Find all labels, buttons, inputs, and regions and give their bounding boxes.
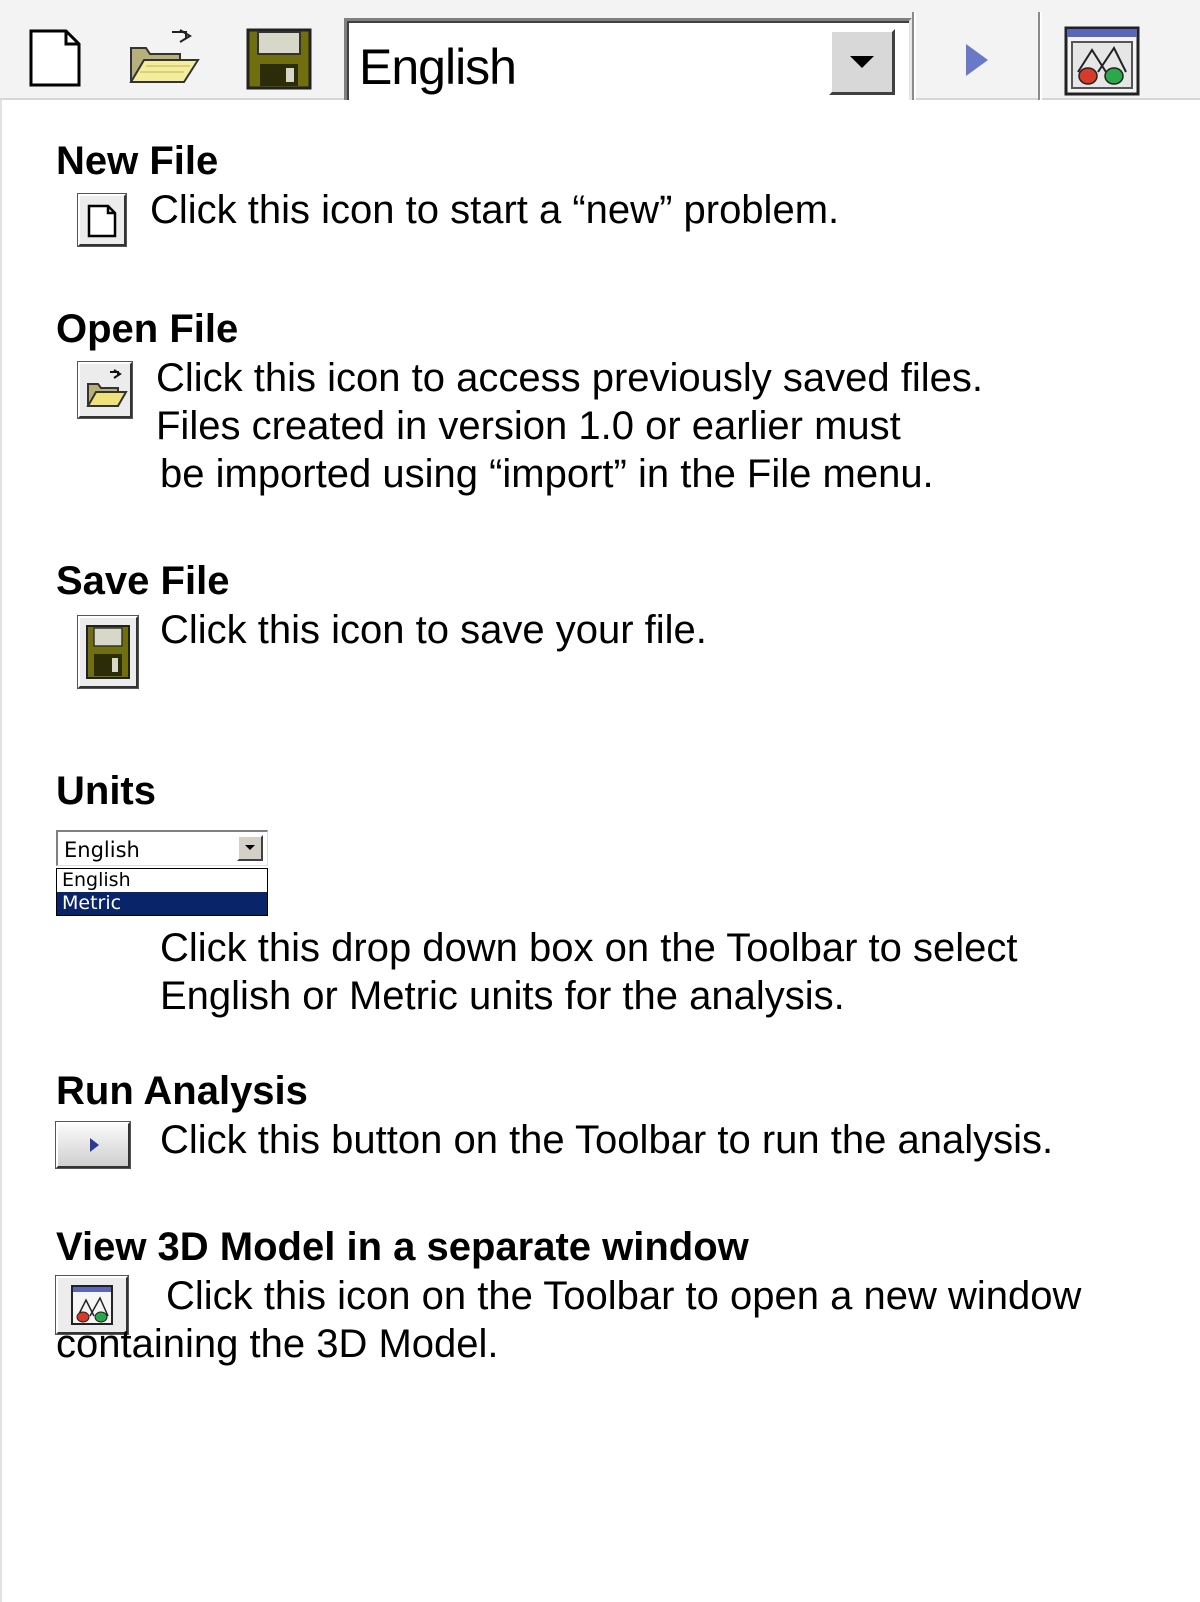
units-heading: Units [56,769,156,813]
toolbar: English [0,0,1200,100]
view-3d-heading: View 3D Model in a separate window [56,1225,749,1269]
units-description-line: Click this drop down box on the Toolbar … [160,926,1018,970]
open-file-description-line: Files created in version 1.0 or earlier … [156,404,901,448]
save-file-description: Click this icon to save your file. [160,608,707,652]
chevron-down-icon [245,845,255,850]
new-file-icon[interactable] [28,28,82,88]
units-description-line: English or Metric units for the analysis… [160,974,845,1018]
units-select-value: English [359,39,517,95]
units-select-sample: English [56,830,268,866]
run-analysis-icon[interactable] [962,40,992,80]
view-3d-model-icon[interactable] [1064,26,1140,96]
open-file-description-line: be imported using “import” in the File m… [160,452,934,496]
open-file-heading: Open File [56,307,239,351]
save-disk-icon[interactable] [246,28,312,90]
toolbar-separator [1038,12,1042,100]
run-analysis-description: Click this button on the Toolbar to run … [160,1118,1054,1162]
view-3d-description-line: containing the 3D Model. [56,1322,499,1366]
units-dropdown-button[interactable] [829,29,895,95]
units-sample-dropdown-button [237,835,263,861]
save-file-heading: Save File [56,559,230,603]
toolbar-separator [912,12,916,100]
new-file-description: Click this icon to start a “new” problem… [150,188,840,232]
help-content: New File Click this icon to start a “new… [0,100,1200,1602]
open-folder-icon[interactable] [128,28,202,88]
new-file-heading: New File [56,139,219,183]
units-options-list: English Metric [56,868,268,916]
save-disk-icon [78,616,138,688]
open-folder-icon [78,362,132,418]
units-dropdown-sample: English English Metric [56,830,268,918]
units-select-sample-value: English [64,838,140,862]
run-analysis-heading: Run Analysis [56,1069,308,1113]
units-select[interactable]: English [344,18,912,100]
chevron-down-icon [850,56,874,68]
units-option-metric: Metric [57,892,267,915]
view-3d-description-line: Click this icon on the Toolbar to open a… [166,1274,1082,1318]
run-analysis-icon [56,1122,130,1168]
units-option-english: English [62,869,131,891]
new-file-icon [78,194,126,246]
open-file-description-line: Click this icon to access previously sav… [156,356,983,400]
